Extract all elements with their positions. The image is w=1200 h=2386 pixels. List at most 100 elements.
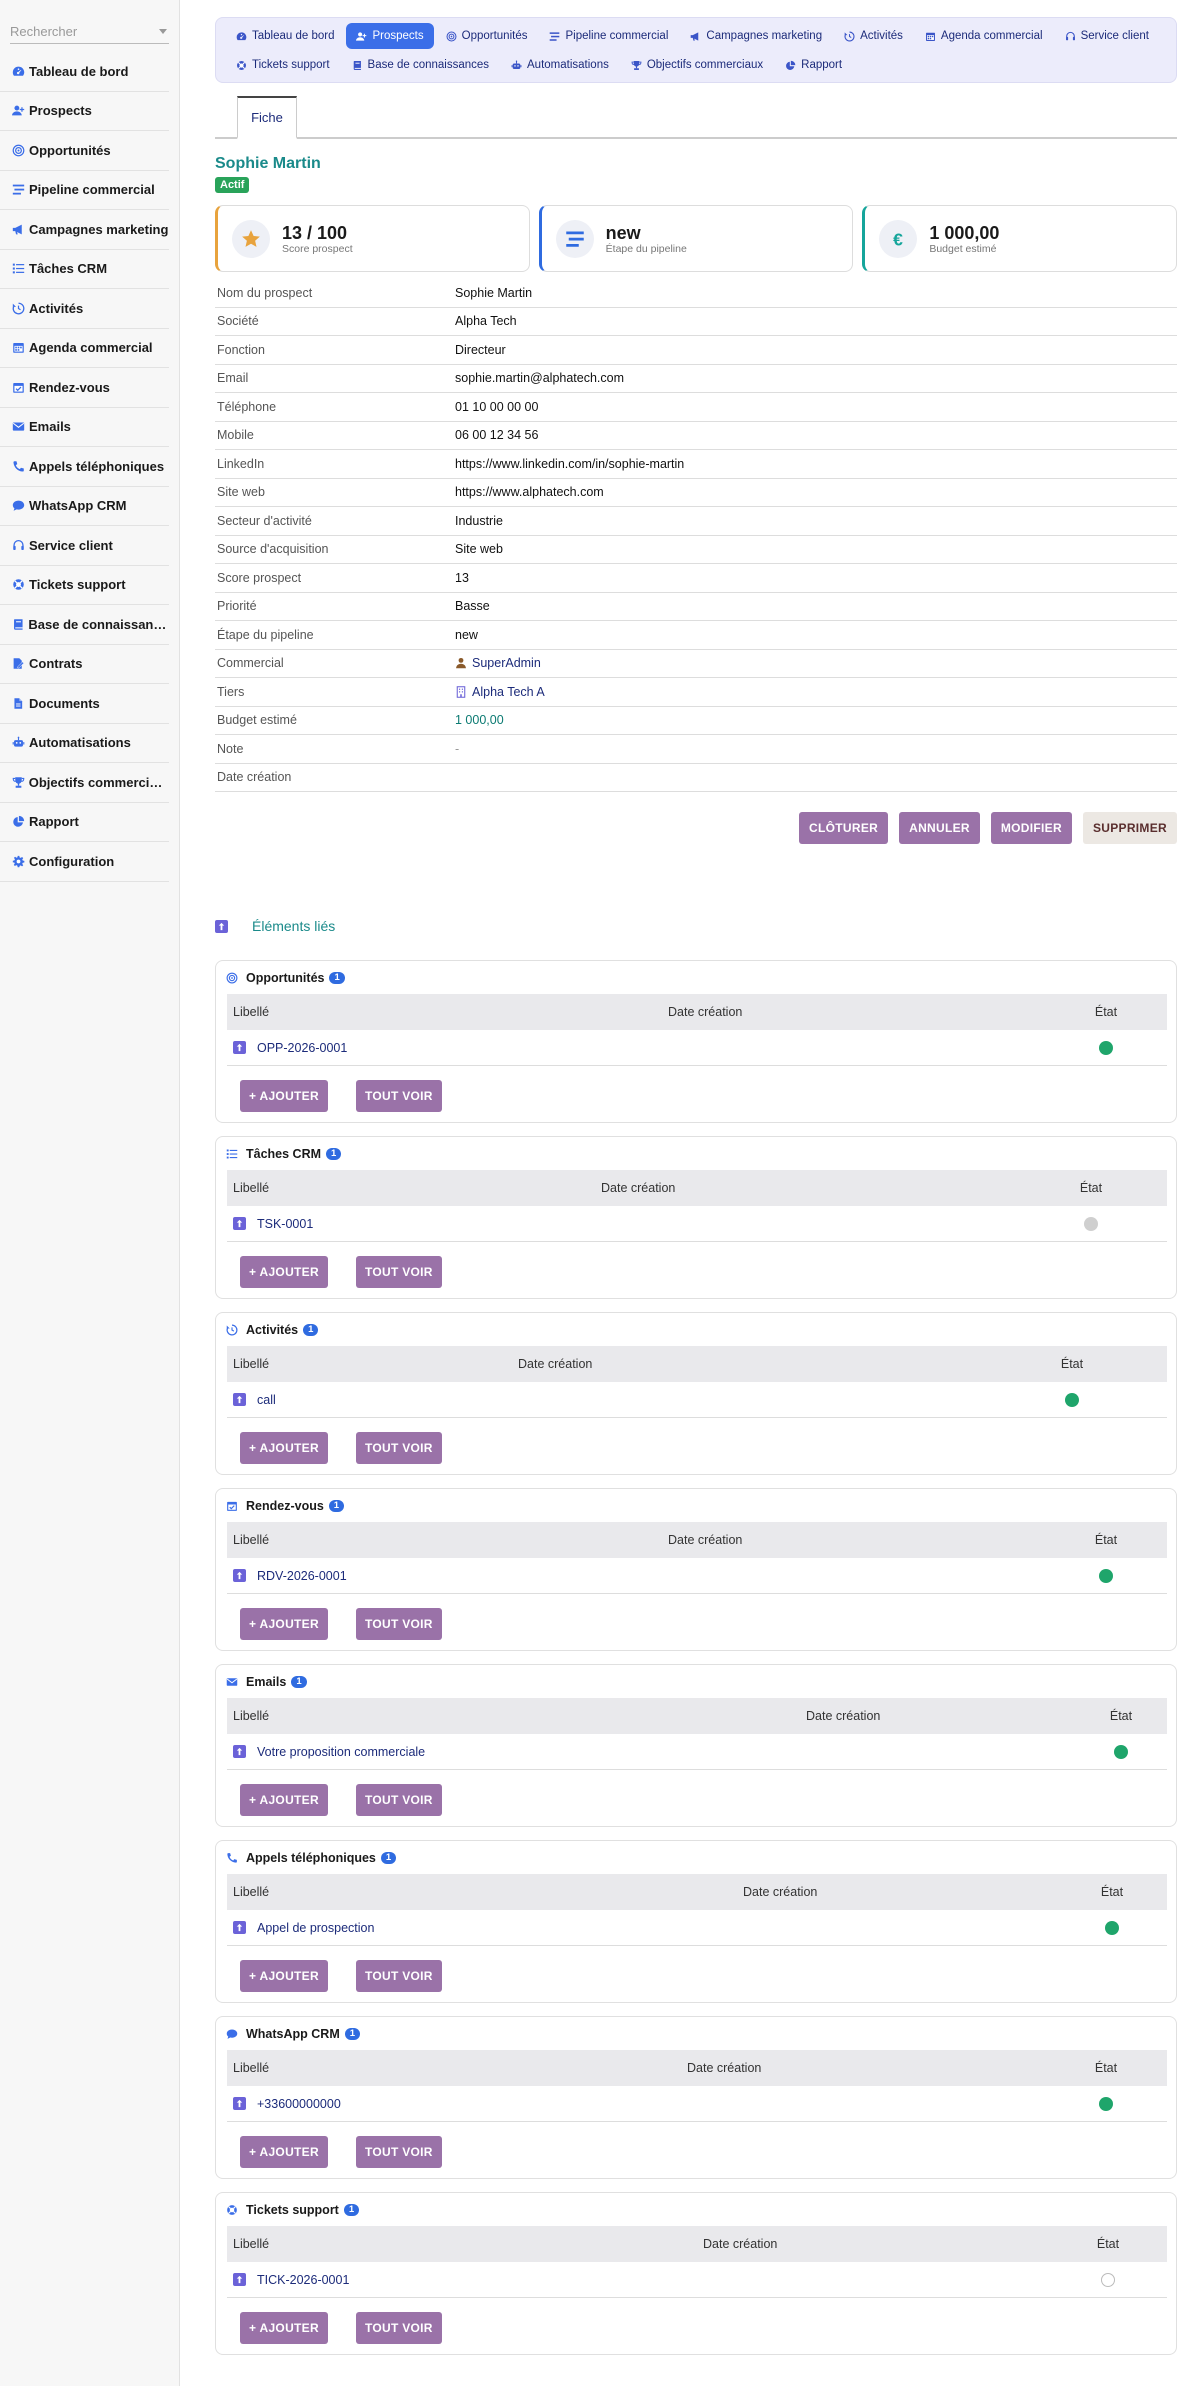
- sidebar-item-tickets-support[interactable]: Tickets support: [0, 566, 169, 605]
- col-label[interactable]: Libellé: [227, 1709, 806, 1723]
- sidebar-item-automatisations[interactable]: Automatisations: [0, 724, 169, 763]
- sidebar-item-agenda-commercial[interactable]: Agenda commercial: [0, 329, 169, 368]
- tab-fiche[interactable]: Fiche: [237, 96, 297, 139]
- row-link[interactable]: OPP-2026-0001: [257, 1041, 347, 1055]
- edit-button[interactable]: MODIFIER: [990, 812, 1072, 844]
- table-header: Libellé Date création État: [227, 1170, 1167, 1206]
- add-button[interactable]: + AJOUTER: [240, 1432, 328, 1464]
- col-status[interactable]: État: [1076, 1005, 1136, 1019]
- view-all-button[interactable]: TOUT VOIR: [355, 1960, 442, 1992]
- sidebar-item-activités[interactable]: Activités: [0, 289, 169, 329]
- row-label: call: [227, 1393, 1042, 1407]
- col-date[interactable]: Date création: [668, 1005, 1076, 1019]
- col-label[interactable]: Libellé: [227, 1533, 668, 1547]
- add-button[interactable]: + AJOUTER: [240, 1256, 328, 1288]
- col-date[interactable]: Date création: [703, 2237, 1078, 2251]
- sidebar-item-tâches-crm[interactable]: Tâches CRM: [0, 250, 169, 289]
- add-button[interactable]: + AJOUTER: [240, 1784, 328, 1816]
- sidebar-item-service-client[interactable]: Service client: [0, 526, 169, 566]
- col-label[interactable]: Libellé: [227, 1357, 518, 1371]
- col-label[interactable]: Libellé: [227, 2061, 687, 2075]
- sidebar-item-emails[interactable]: Emails: [0, 408, 169, 447]
- col-date[interactable]: Date création: [601, 1181, 1061, 1195]
- sidebar-item-tableau-de-bord[interactable]: Tableau de bord: [0, 52, 169, 92]
- col-date[interactable]: Date création: [743, 1885, 1082, 1899]
- add-button[interactable]: + AJOUTER: [240, 1080, 328, 1112]
- sidebar-item-objectifs-commerciaux[interactable]: Objectifs commerciaux: [0, 763, 169, 803]
- row-link[interactable]: TICK-2026-0001: [257, 2273, 349, 2287]
- delete-button[interactable]: SUPPRIMER: [1082, 812, 1177, 844]
- col-label[interactable]: Libellé: [227, 2237, 703, 2251]
- sidebar-item-rendez-vous[interactable]: Rendez-vous: [0, 368, 169, 408]
- col-status[interactable]: État: [1082, 1885, 1142, 1899]
- col-label[interactable]: Libellé: [227, 1005, 668, 1019]
- nav-tab-11[interactable]: Objectifs commerciaux: [621, 52, 773, 78]
- sidebar-item-contrats[interactable]: Contrats: [0, 645, 169, 684]
- col-date[interactable]: Date création: [668, 1533, 1076, 1547]
- count-badge: 1: [303, 1324, 319, 1336]
- status-dot: [1101, 2272, 1115, 2287]
- add-button[interactable]: + AJOUTER: [240, 1960, 328, 1992]
- nav-tab-9[interactable]: Base de connaissances: [342, 52, 499, 78]
- view-all-button[interactable]: TOUT VOIR: [355, 2312, 442, 2344]
- row-link[interactable]: Votre proposition commerciale: [257, 1745, 425, 1759]
- nav-tab-12[interactable]: Rapport: [775, 52, 852, 78]
- col-label[interactable]: Libellé: [227, 1181, 601, 1195]
- close-button[interactable]: CLÔTURER: [799, 812, 889, 844]
- search-select[interactable]: Rechercher: [10, 20, 169, 44]
- row-link[interactable]: Appel de prospection: [257, 1921, 374, 1935]
- status-dot: [1099, 1040, 1113, 1055]
- col-label[interactable]: Libellé: [227, 1885, 743, 1899]
- linked-elements-title: Éléments liés: [215, 918, 335, 934]
- sidebar-item-rapport[interactable]: Rapport: [0, 803, 169, 842]
- add-button[interactable]: + AJOUTER: [240, 2136, 328, 2168]
- add-button[interactable]: + AJOUTER: [240, 2312, 328, 2344]
- sidebar-item-appels-téléphoniques[interactable]: Appels téléphoniques: [0, 447, 169, 487]
- chevron-down-icon[interactable]: [159, 29, 167, 34]
- nav-tab-5[interactable]: Activités: [834, 23, 913, 49]
- col-status[interactable]: État: [1042, 1357, 1102, 1371]
- row-link[interactable]: RDV-2026-0001: [257, 1569, 347, 1583]
- view-all-button[interactable]: TOUT VOIR: [355, 1784, 442, 1816]
- nav-tab-10[interactable]: Automatisations: [501, 52, 619, 78]
- view-all-button[interactable]: TOUT VOIR: [355, 1256, 442, 1288]
- row-link[interactable]: call: [257, 1393, 276, 1407]
- linked-table: Libellé Date création État TSK-0001: [227, 1170, 1167, 1242]
- row-link[interactable]: +33600000000: [257, 2097, 341, 2111]
- col-date[interactable]: Date création: [687, 2061, 1076, 2075]
- nav-tab-6[interactable]: Agenda commercial: [915, 23, 1053, 49]
- nav-tab-1[interactable]: Prospects: [346, 23, 434, 49]
- col-status[interactable]: État: [1091, 1709, 1151, 1723]
- field-value[interactable]: SuperAdmin: [455, 656, 541, 670]
- nav-tab-3[interactable]: Pipeline commercial: [539, 23, 678, 49]
- sidebar-item-opportunités[interactable]: Opportunités: [0, 131, 169, 171]
- table-header: Libellé Date création État: [227, 2226, 1167, 2262]
- sidebar-item-pipeline-commercial[interactable]: Pipeline commercial: [0, 171, 169, 210]
- nav-tab-4[interactable]: Campagnes marketing: [680, 23, 832, 49]
- sidebar-item-prospects[interactable]: Prospects: [0, 92, 169, 131]
- col-date[interactable]: Date création: [518, 1357, 1042, 1371]
- sidebar-item-documents[interactable]: Documents: [0, 684, 169, 724]
- sidebar-item-configuration[interactable]: Configuration: [0, 842, 169, 882]
- nav-tab-2[interactable]: Opportunités: [436, 23, 538, 49]
- add-button[interactable]: + AJOUTER: [240, 1608, 328, 1640]
- col-date[interactable]: Date création: [806, 1709, 1091, 1723]
- field-value[interactable]: Alpha Tech A: [455, 685, 545, 699]
- col-status[interactable]: État: [1061, 1181, 1121, 1195]
- view-all-button[interactable]: TOUT VOIR: [355, 1432, 442, 1464]
- table-header: Libellé Date création État: [227, 1874, 1167, 1910]
- col-status[interactable]: État: [1078, 2237, 1138, 2251]
- sidebar-item-whatsapp-crm[interactable]: WhatsApp CRM: [0, 487, 169, 526]
- col-status[interactable]: État: [1076, 2061, 1136, 2075]
- col-status[interactable]: État: [1076, 1533, 1136, 1547]
- nav-tab-0[interactable]: Tableau de bord: [226, 23, 344, 49]
- view-all-button[interactable]: TOUT VOIR: [355, 1608, 442, 1640]
- sidebar-item-campagnes-marketing[interactable]: Campagnes marketing: [0, 210, 169, 250]
- nav-tab-7[interactable]: Service client: [1055, 23, 1159, 49]
- view-all-button[interactable]: TOUT VOIR: [355, 1080, 442, 1112]
- cancel-button[interactable]: ANNULER: [899, 812, 980, 844]
- sidebar-item-base-de-connaissances[interactable]: Base de connaissances: [0, 605, 169, 645]
- nav-tab-8[interactable]: Tickets support: [226, 52, 340, 78]
- row-link[interactable]: TSK-0001: [257, 1217, 313, 1231]
- view-all-button[interactable]: TOUT VOIR: [355, 2136, 442, 2168]
